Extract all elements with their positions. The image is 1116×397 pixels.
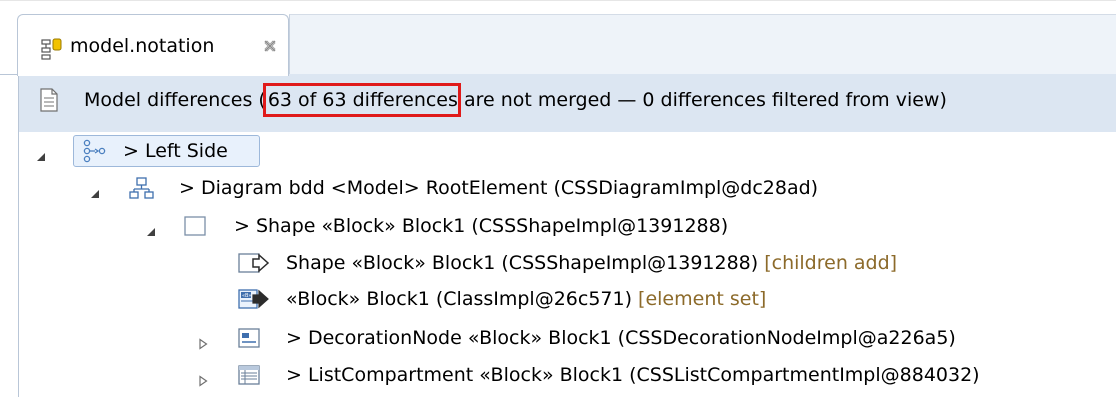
row-label-text: > DecorationNode «Block» Block1 (CSSDeco… xyxy=(286,327,956,349)
row-label-text: > Left Side xyxy=(123,140,228,162)
tree-row-label: > Shape «Block» Block1 (CSSShapeImpl@139… xyxy=(234,215,728,237)
tree-row-label: > Diagram bdd <Model> RootElement (CSSDi… xyxy=(179,177,818,199)
document-icon xyxy=(39,88,59,112)
tab-title: model.notation xyxy=(70,35,215,57)
expanded-twisty-icon[interactable] xyxy=(89,183,101,198)
row-label-text: «Block» Block1 (ClassImpl@26c571) xyxy=(286,288,633,310)
header-prefix: Model differences ( xyxy=(84,89,266,111)
tree-row-label: > DecorationNode «Block» Block1 (CSSDeco… xyxy=(286,327,956,349)
expanded-twisty-icon[interactable] xyxy=(145,221,157,236)
row-label-text: Shape «Block» Block1 (CSSShapeImpl@13912… xyxy=(286,252,759,274)
tree-row-block-element-set[interactable]: «B» «Block» Block1 (ClassImpl@26c571) [e… xyxy=(19,282,1116,318)
model-file-icon xyxy=(40,37,64,61)
collapsed-twisty-icon[interactable] xyxy=(197,370,209,387)
set-element-icon: «B» xyxy=(237,286,271,312)
tree-row-decoration-node[interactable]: > DecorationNode «Block» Block1 (CSSDeco… xyxy=(19,321,1116,357)
list-compartment-icon xyxy=(237,362,263,388)
tree-row-shape-children-add[interactable]: Shape «Block» Block1 (CSSShapeImpl@13912… xyxy=(19,246,1116,282)
model-differences-header: Model differences (63 of 63 differences … xyxy=(18,74,1116,132)
tab-strip-empty-area xyxy=(289,14,1116,75)
header-text: Model differences (63 of 63 differences … xyxy=(84,83,947,117)
close-icon[interactable] xyxy=(262,37,278,53)
diagram-icon xyxy=(129,175,155,201)
decoration-node-icon xyxy=(237,325,263,351)
differences-tree: > Left Side > Diagram bdd <Model> RootEl… xyxy=(18,132,1116,397)
highlighted-difference-count: 63 of 63 differences xyxy=(262,83,461,117)
match-resource-icon xyxy=(81,138,107,164)
editor-tab-strip: model.notation xyxy=(0,0,1116,76)
tree-row-label: > ListCompartment «Block» Block1 (CSSLis… xyxy=(286,364,980,386)
tab-model-notation[interactable]: model.notation xyxy=(17,14,289,76)
collapsed-twisty-icon[interactable] xyxy=(197,333,209,350)
tree-row-left-side[interactable]: > Left Side xyxy=(19,134,1116,170)
row-label-text: > ListCompartment «Block» Block1 (CSSLis… xyxy=(286,364,980,386)
tree-row-shape[interactable]: > Shape «Block» Block1 (CSSShapeImpl@139… xyxy=(19,209,1116,245)
tree-row-diagram[interactable]: > Diagram bdd <Model> RootElement (CSSDi… xyxy=(19,171,1116,207)
add-shape-icon xyxy=(237,250,271,276)
header-suffix: are not merged — 0 differences filtered … xyxy=(457,89,947,111)
row-change-kind: [children add] xyxy=(758,252,898,274)
tree-row-label: > Left Side xyxy=(123,140,228,162)
expanded-twisty-icon[interactable] xyxy=(35,146,47,161)
row-label-text: > Shape «Block» Block1 (CSSShapeImpl@139… xyxy=(234,215,729,237)
tree-row-label: Shape «Block» Block1 (CSSShapeImpl@13912… xyxy=(286,252,897,274)
tree-row-label: «Block» Block1 (ClassImpl@26c571) [eleme… xyxy=(286,288,766,310)
row-label-text: > Diagram bdd <Model> RootElement (CSSDi… xyxy=(179,177,819,199)
svg-text:«B»: «B» xyxy=(242,293,251,299)
tree-row-list-compartment[interactable]: > ListCompartment «Block» Block1 (CSSLis… xyxy=(19,358,1116,394)
row-change-kind: [element set] xyxy=(632,288,767,310)
shape-icon xyxy=(183,213,209,239)
